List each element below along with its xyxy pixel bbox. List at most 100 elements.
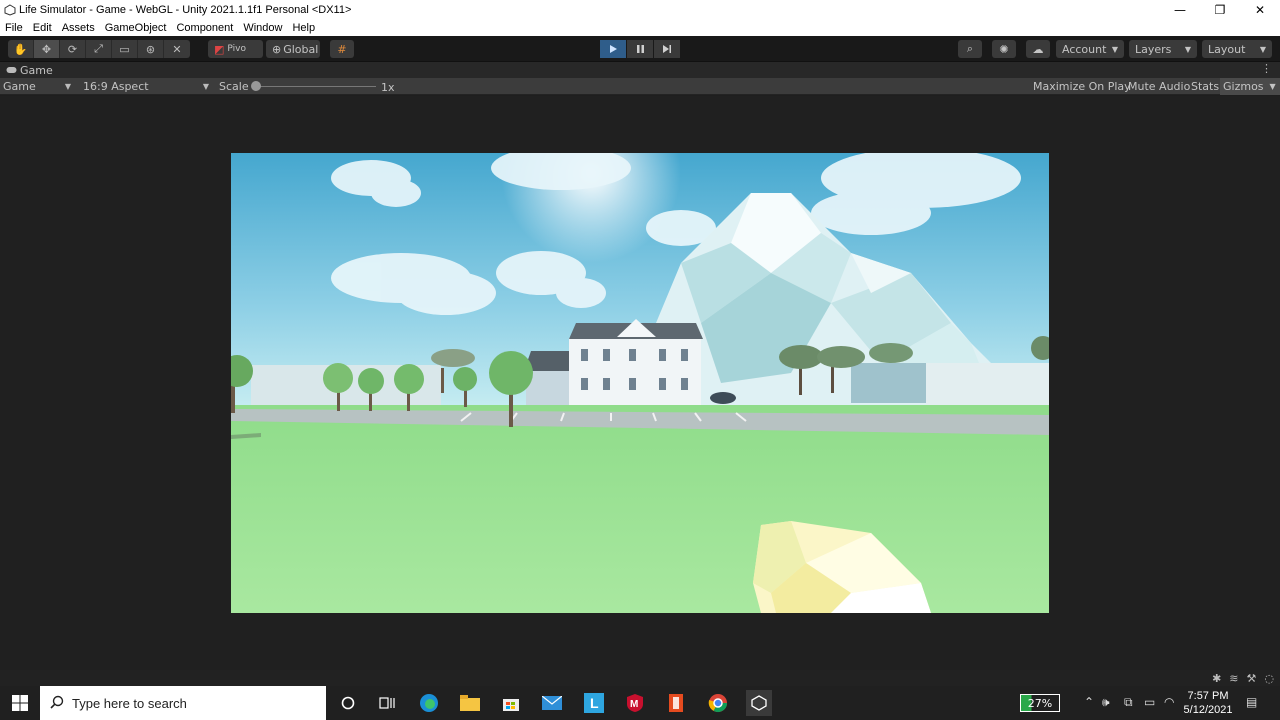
rotate-tool-icon[interactable]: ⟳ <box>60 40 86 58</box>
battery-tray-icon[interactable]: ▭ <box>1144 695 1155 709</box>
menu-assets[interactable]: Assets <box>57 22 100 34</box>
close-button[interactable]: ✕ <box>1240 0 1280 20</box>
display-label: Game <box>3 80 36 93</box>
scale-label: Scale <box>219 80 249 93</box>
chevron-up-icon[interactable]: ⌃ <box>1084 695 1094 709</box>
notifications-icon[interactable]: ▤ <box>1246 695 1257 709</box>
debug-icon[interactable]: ⚒ <box>1247 672 1257 685</box>
rect-tool-icon[interactable]: ▭ <box>112 40 138 58</box>
stack-icon[interactable]: ≋ <box>1229 672 1238 685</box>
file-explorer-icon[interactable] <box>458 691 482 715</box>
step-button[interactable] <box>654 40 680 58</box>
stats-button[interactable]: Stats <box>1188 78 1222 95</box>
search-icon <box>50 695 64 712</box>
custom-tool-icon[interactable]: ✕ <box>164 40 190 58</box>
grid-icon: # <box>337 42 347 56</box>
playback-controls <box>600 40 681 58</box>
progress-circle-icon[interactable]: ◌ <box>1264 672 1274 685</box>
chrome-icon[interactable] <box>706 691 730 715</box>
mail-icon[interactable] <box>540 691 564 715</box>
transform-tools: ✋ ✥ ⟳ ⤢ ▭ ⊛ ✕ <box>8 40 190 58</box>
cortana-icon[interactable] <box>336 691 360 715</box>
battery-indicator[interactable]: 27% <box>1020 694 1060 712</box>
volume-icon[interactable]: 🕪 <box>1102 695 1110 710</box>
play-icon <box>609 45 617 53</box>
task-view-icon[interactable] <box>375 691 399 715</box>
layout-dropdown[interactable]: Layout ▼ <box>1202 40 1272 58</box>
maximize-on-play-button[interactable]: Maximize On Play <box>1030 78 1134 95</box>
layers-dropdown[interactable]: Layers ▼ <box>1129 40 1197 58</box>
mcafee-icon[interactable]: M <box>623 691 647 715</box>
taskbar-clock[interactable]: 7:57 PM 5/12/2021 <box>1180 689 1236 717</box>
l-app-icon[interactable]: L <box>582 691 606 715</box>
aspect-dropdown[interactable]: 16:9 Aspect ▼ <box>83 78 213 95</box>
tab-game-label: Game <box>20 63 53 77</box>
tab-game[interactable]: Game <box>0 64 53 77</box>
scale-tool-icon[interactable]: ⤢ <box>86 40 112 58</box>
restore-button[interactable]: ❐ <box>1200 0 1240 20</box>
wifi-icon[interactable]: ◠ <box>1164 695 1174 709</box>
transform-tool-icon[interactable]: ⊛ <box>138 40 164 58</box>
game-view[interactable] <box>231 153 1049 613</box>
window-titlebar: Life Simulator - Game - WebGL - Unity 20… <box>0 0 1280 20</box>
cloud-icon: ☁ <box>1032 42 1044 56</box>
minimize-button[interactable]: — <box>1160 0 1200 20</box>
pivot-icon: ◩ <box>214 42 225 56</box>
bug-icon[interactable]: ✱ <box>1212 672 1221 685</box>
grass-field <box>231 405 1049 613</box>
collab-button[interactable]: ☁ <box>1026 40 1050 58</box>
window-title: Life Simulator - Game - WebGL - Unity 20… <box>19 4 352 16</box>
grid-snap-button[interactable]: # <box>330 40 354 58</box>
start-button[interactable] <box>0 686 40 720</box>
windows-logo-icon <box>12 695 28 711</box>
main-toolbar: ✋ ✥ ⟳ ⤢ ▭ ⊛ ✕ ◩ Pivo ⊕ Global # ⌕ ✺ ☁ Ac… <box>0 36 1280 62</box>
gizmos-button[interactable]: Gizmos ▼ <box>1220 78 1280 95</box>
step-icon <box>663 45 671 53</box>
move-tool-icon[interactable]: ✥ <box>34 40 60 58</box>
taskbar-search-box[interactable]: Type here to search <box>40 686 326 720</box>
scale-slider-track[interactable] <box>256 86 376 87</box>
warehouse-right-light <box>926 363 1049 405</box>
account-dropdown[interactable]: Account ▼ <box>1056 40 1124 58</box>
menu-window[interactable]: Window <box>238 22 287 34</box>
svg-text:L: L <box>590 695 599 711</box>
layers-label: Layers <box>1135 42 1172 56</box>
search-button[interactable]: ⌕ <box>958 40 982 58</box>
device-icon[interactable]: ⧉ <box>1124 695 1133 710</box>
game-tab-header: Game ⋮ <box>0 62 1280 78</box>
unity-taskbar-icon[interactable] <box>746 690 772 716</box>
pivot-toggle[interactable]: ◩ Pivo <box>208 40 263 58</box>
scale-slider-handle[interactable] <box>251 81 261 91</box>
more-options-icon[interactable]: ⋮ <box>1261 62 1272 75</box>
game-scene-render <box>231 153 1049 613</box>
clock-time: 7:57 PM <box>1187 690 1229 702</box>
menu-edit[interactable]: Edit <box>28 22 57 34</box>
services-button[interactable]: ✺ <box>992 40 1016 58</box>
menu-gameobject[interactable]: GameObject <box>100 22 172 34</box>
menu-help[interactable]: Help <box>287 22 320 34</box>
hand-tool-icon[interactable]: ✋ <box>8 40 34 58</box>
aspect-label: 16:9 Aspect <box>83 80 149 93</box>
gizmos-label: Gizmos <box>1223 80 1264 93</box>
menu-bar: File Edit Assets GameObject Component Wi… <box>0 20 1280 36</box>
windows-taskbar: Type here to search L M 27% ⌃ 🕪 ⧉ ▭ ◠ 7:… <box>0 686 1280 720</box>
editor-status-bar: ✱ ≋ ⚒ ◌ <box>0 670 1280 686</box>
chevron-down-icon: ▼ <box>202 82 209 91</box>
chevron-down-icon: ▼ <box>1269 82 1276 91</box>
mute-audio-button[interactable]: Mute Audio <box>1125 78 1193 95</box>
pause-button[interactable] <box>627 40 653 58</box>
gamepad-icon <box>6 64 17 77</box>
chevron-down-icon: ▼ <box>64 82 71 91</box>
clock-date: 5/12/2021 <box>1183 704 1233 716</box>
menu-component[interactable]: Component <box>171 22 238 34</box>
global-toggle[interactable]: ⊕ Global <box>266 40 320 58</box>
store-icon[interactable] <box>499 691 523 715</box>
edge-browser-icon[interactable] <box>417 691 441 715</box>
menu-file[interactable]: File <box>0 22 28 34</box>
scale-value: 1x <box>381 81 395 94</box>
search-icon: ⌕ <box>966 42 974 55</box>
office-icon[interactable] <box>664 691 688 715</box>
house <box>569 319 703 405</box>
display-dropdown[interactable]: Game ▼ <box>3 78 75 95</box>
play-button[interactable] <box>600 40 626 58</box>
